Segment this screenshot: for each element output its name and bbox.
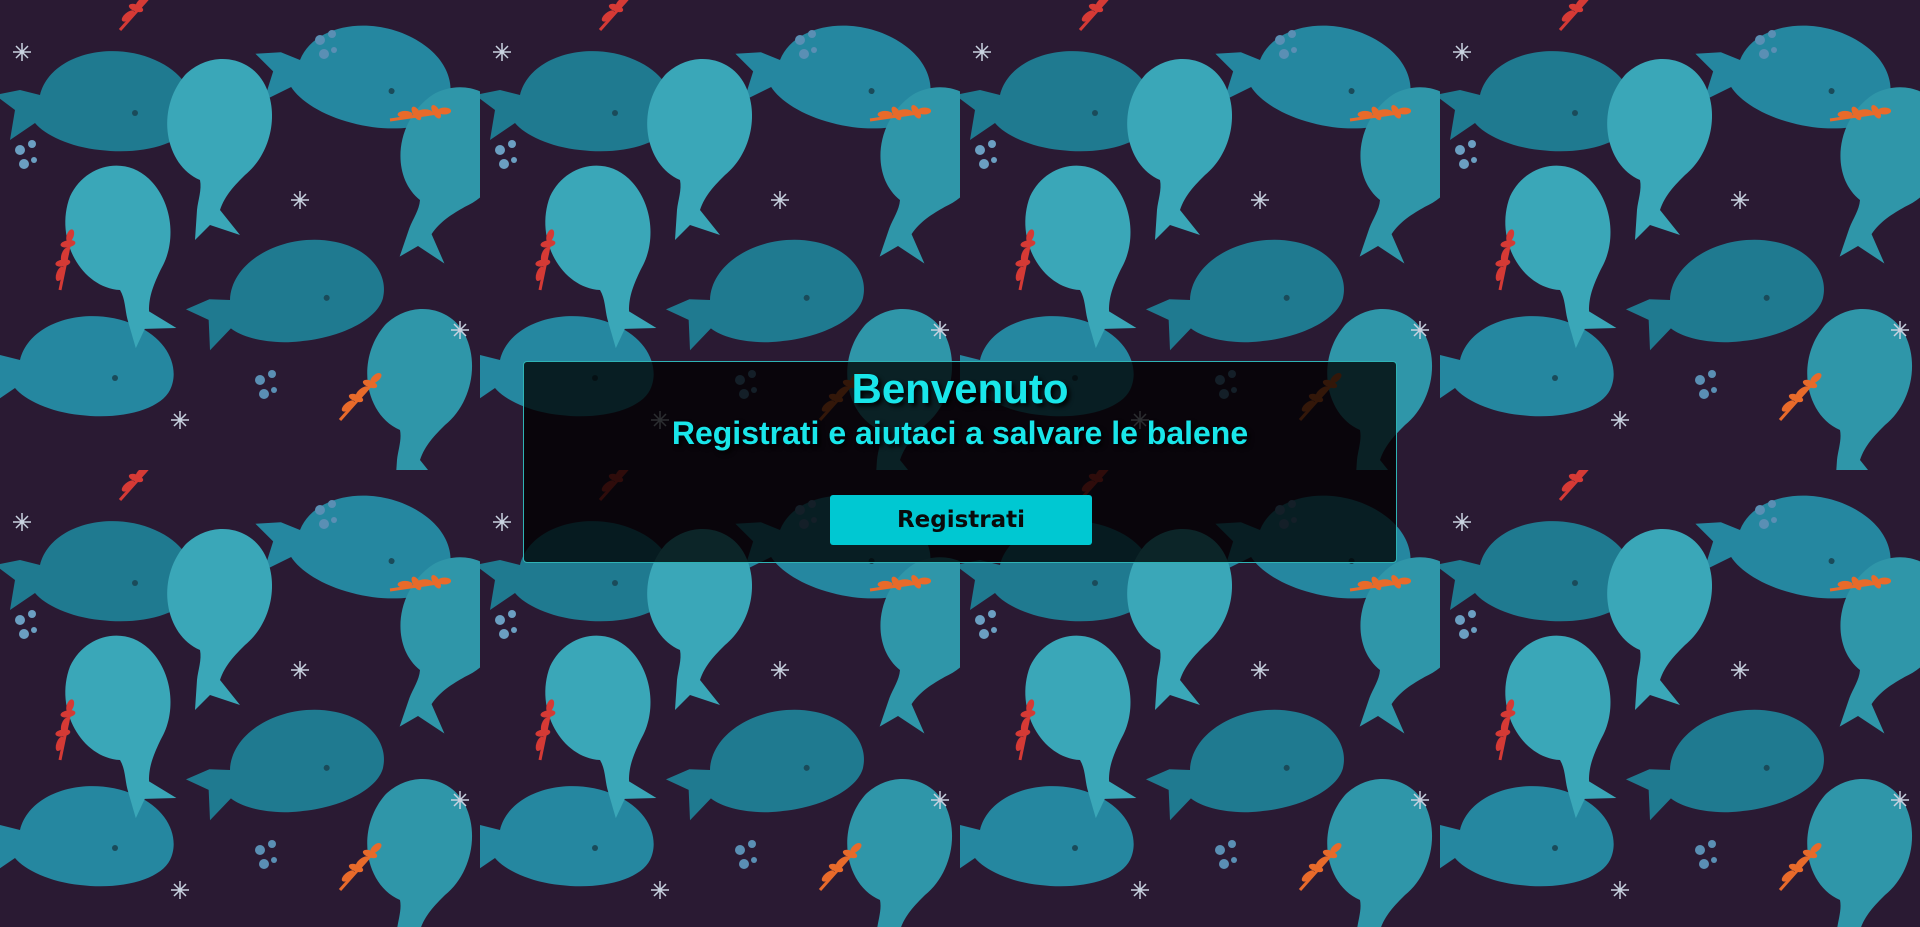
welcome-subtitle: Registrati e aiutaci a salvare le balene: [671, 415, 1249, 451]
welcome-title: Benvenuto: [851, 365, 1069, 412]
welcome-panel: Benvenuto Registrati e aiutaci a salvare…: [523, 361, 1397, 563]
register-button[interactable]: Registrati: [830, 495, 1092, 545]
